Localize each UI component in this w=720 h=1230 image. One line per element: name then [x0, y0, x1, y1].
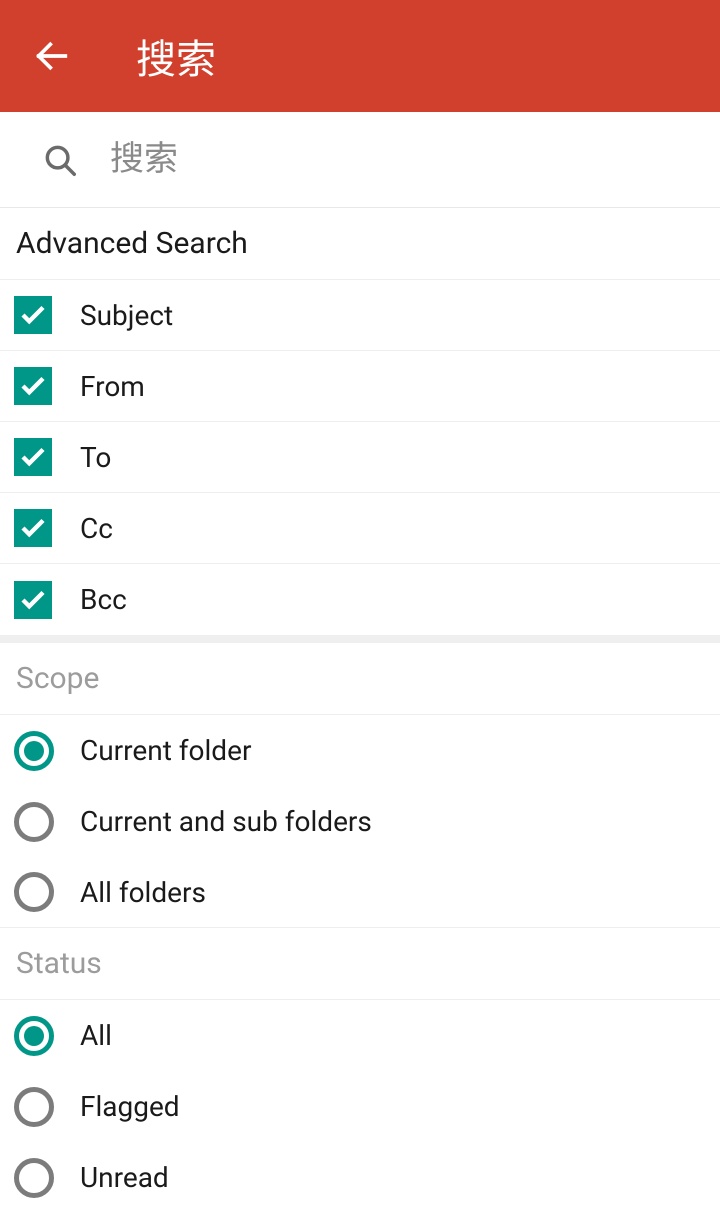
app-header: 搜索: [0, 0, 720, 112]
search-icon: [40, 140, 80, 180]
scope-title: Scope: [0, 643, 720, 715]
section-divider: [0, 635, 720, 643]
header-title: 搜索: [136, 27, 216, 85]
checkbox-row-cc[interactable]: Cc: [0, 493, 720, 564]
radio-all-folders[interactable]: [14, 872, 54, 912]
checkbox-label: Subject: [80, 299, 173, 332]
radio-row-all-folders[interactable]: All folders: [0, 857, 720, 928]
checkbox-cc[interactable]: [14, 509, 52, 547]
radio-status-flagged[interactable]: [14, 1087, 54, 1127]
radio-label: Current and sub folders: [80, 805, 372, 838]
radio-row-current-sub-folders[interactable]: Current and sub folders: [0, 786, 720, 857]
checkbox-row-subject[interactable]: Subject: [0, 280, 720, 351]
radio-row-status-flagged[interactable]: Flagged: [0, 1071, 720, 1142]
check-icon: [18, 513, 48, 543]
checkbox-to[interactable]: [14, 438, 52, 476]
checkbox-from[interactable]: [14, 367, 52, 405]
checkbox-subject[interactable]: [14, 296, 52, 334]
checkbox-row-from[interactable]: From: [0, 351, 720, 422]
radio-row-status-unread[interactable]: Unread: [0, 1142, 720, 1213]
advanced-search-title: Advanced Search: [0, 208, 720, 280]
checkbox-label: Cc: [80, 512, 113, 545]
checkbox-label: Bcc: [80, 583, 127, 616]
radio-status-all[interactable]: [14, 1016, 54, 1056]
radio-label: Flagged: [80, 1090, 180, 1123]
checkbox-label: From: [80, 370, 145, 403]
status-title: Status: [0, 928, 720, 1000]
radio-label: All: [80, 1019, 112, 1052]
radio-label: Unread: [80, 1161, 169, 1194]
checkbox-label: To: [80, 441, 111, 474]
radio-label: Current folder: [80, 734, 251, 767]
checkbox-row-to[interactable]: To: [0, 422, 720, 493]
arrow-left-icon: [32, 36, 72, 76]
radio-row-status-all[interactable]: All: [0, 1000, 720, 1071]
radio-current-folder[interactable]: [14, 731, 54, 771]
radio-label: All folders: [80, 876, 206, 909]
search-input[interactable]: [110, 112, 720, 207]
checkbox-row-bcc[interactable]: Bcc: [0, 564, 720, 635]
check-icon: [18, 300, 48, 330]
check-icon: [18, 442, 48, 472]
radio-current-sub-folders[interactable]: [14, 802, 54, 842]
search-row[interactable]: [0, 112, 720, 208]
radio-status-unread[interactable]: [14, 1158, 54, 1198]
check-icon: [18, 585, 48, 615]
checkbox-bcc[interactable]: [14, 581, 52, 619]
radio-row-current-folder[interactable]: Current folder: [0, 715, 720, 786]
back-button[interactable]: [28, 32, 76, 80]
check-icon: [18, 371, 48, 401]
